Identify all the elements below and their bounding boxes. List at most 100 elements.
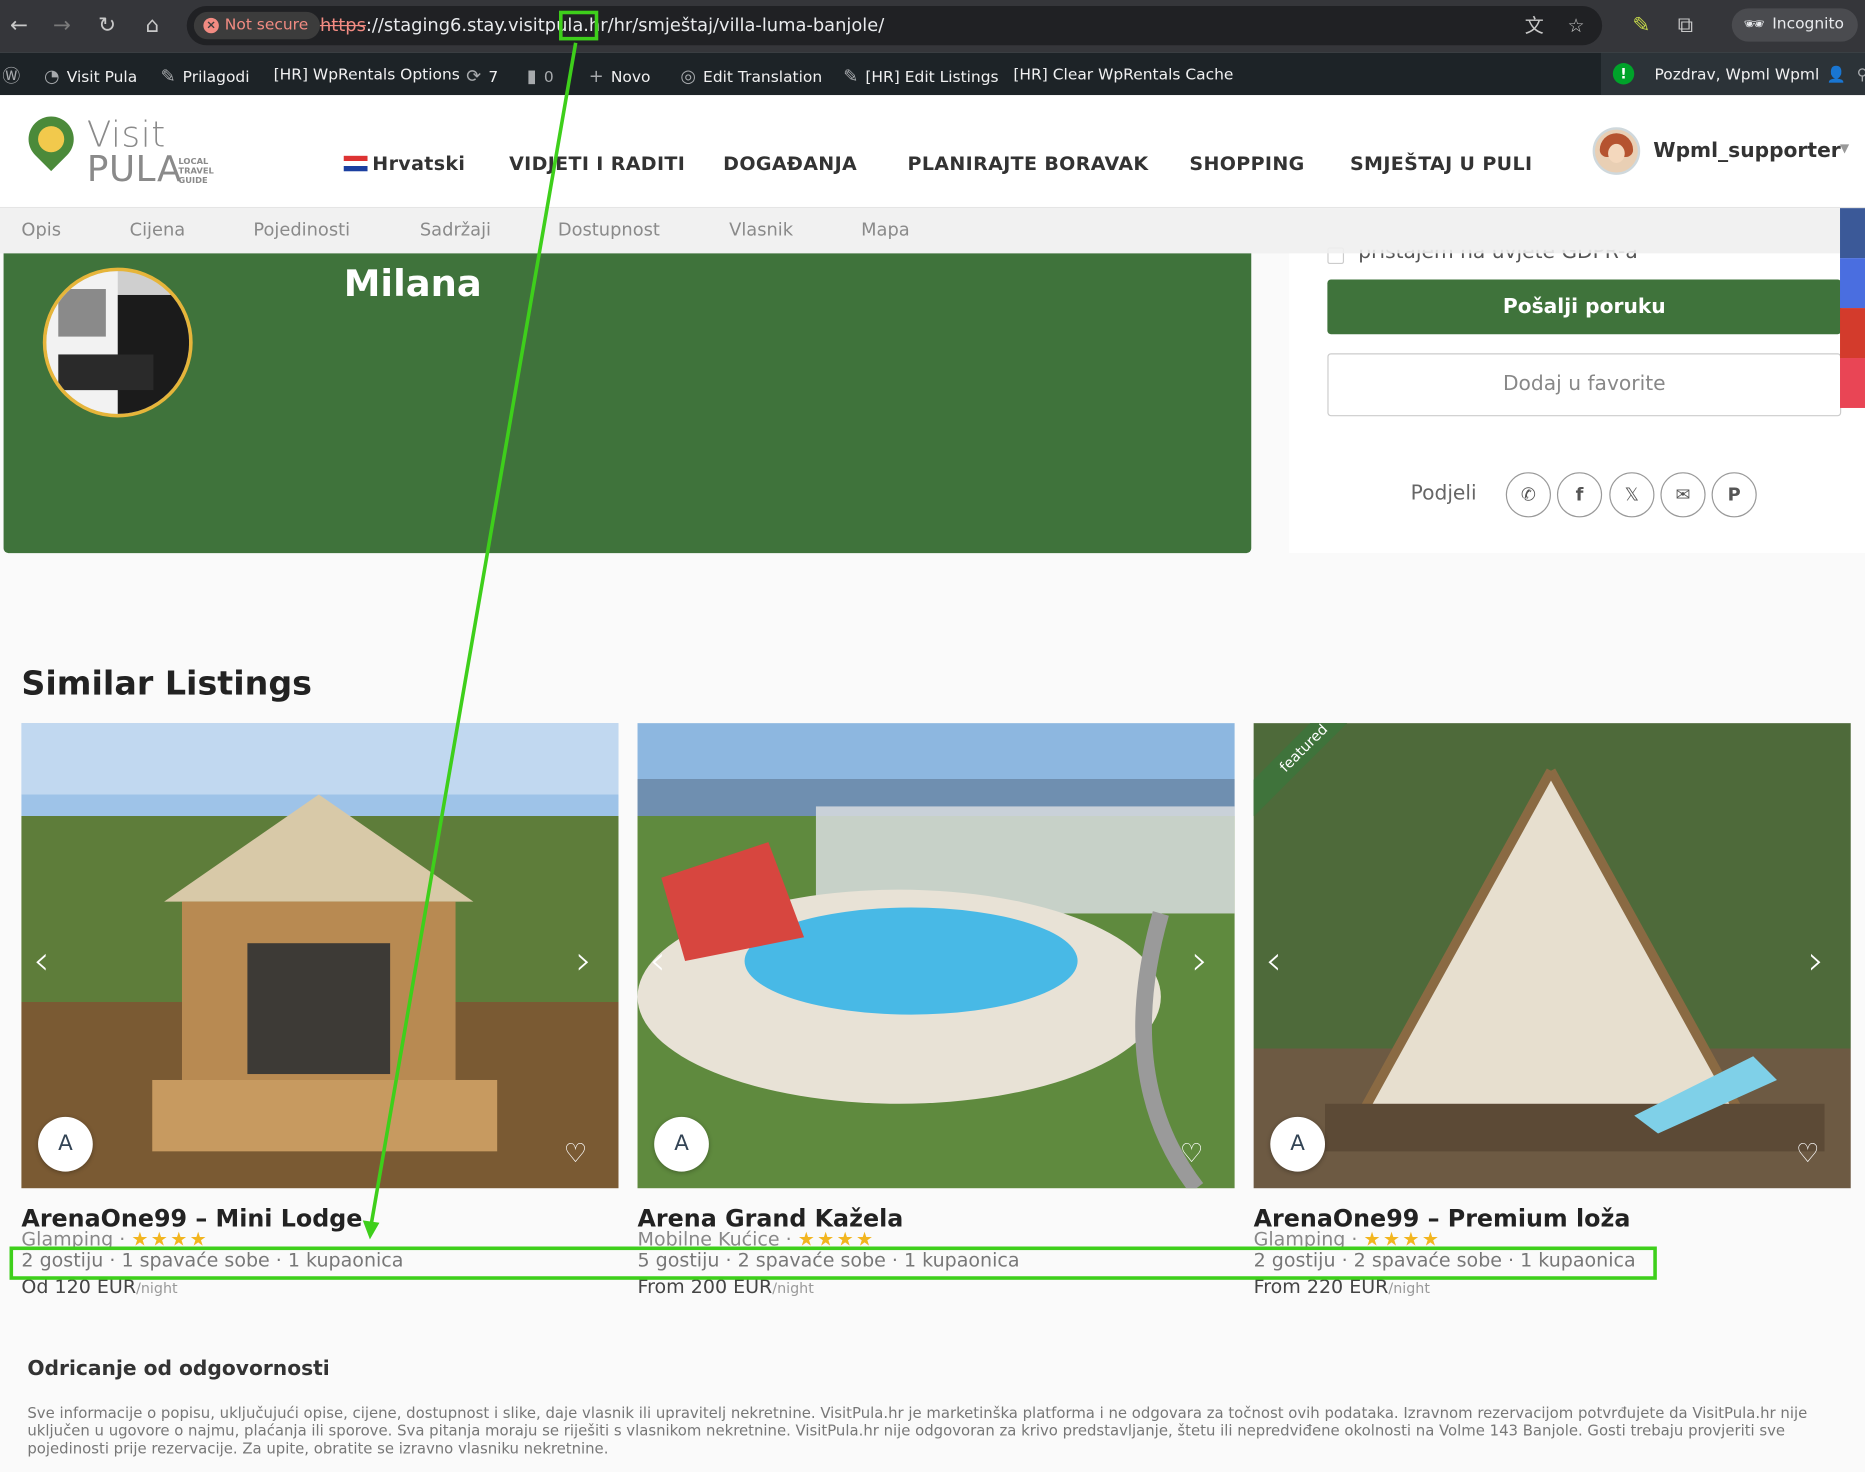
listing-card[interactable]: ‹ › A ♡ ArenaOne99 – Mini Lodge Glamping… <box>21 723 619 1306</box>
adminbar-wprentals-options[interactable]: [HR] WpRentals Options <box>274 52 460 95</box>
incognito-chip[interactable]: 🕶 Incognito <box>1731 8 1859 42</box>
agency-logo-icon[interactable]: A <box>38 1116 93 1172</box>
nav-item-see-and-do[interactable]: VIDJETI I RADITI <box>509 152 685 175</box>
annotation-url-highlight <box>559 10 599 41</box>
chevron-right-icon[interactable]: › <box>1192 937 1208 985</box>
nav-item-shopping[interactable]: SHOPPING <box>1189 152 1304 175</box>
url-text[interactable]: https://staging6.stay.visitpula.hr/hr/sm… <box>320 14 884 35</box>
pinterest-icon[interactable]: P <box>1711 472 1757 518</box>
facebook-icon[interactable]: f <box>1556 472 1603 518</box>
user-menu-name[interactable]: Wpml_supporter <box>1653 139 1840 163</box>
adminbar-edit-listings[interactable]: ✎ [HR] Edit Listings <box>843 52 998 95</box>
disclaimer-text: Sve informacije o popisu, uključujući op… <box>27 1403 1808 1458</box>
send-message-button[interactable]: Pošalji poruku <box>1327 279 1842 335</box>
forward-icon[interactable]: → <box>48 12 77 41</box>
adminbar-my-account[interactable]: ! Pozdrav, Wpml Wpml 👤 <box>1600 52 1865 96</box>
page-root: ← → ↻ ⌂ × Not secure https://staging6.st… <box>0 0 1865 1472</box>
adminbar-new-label: Novo <box>610 68 651 87</box>
listing-type: Glamping · ★★★★ <box>1254 1227 1442 1246</box>
adminbar-edit-translation[interactable]: ◎ Edit Translation <box>680 52 822 95</box>
heart-icon[interactable]: ♡ <box>1180 1139 1203 1169</box>
nav-item-accommodation[interactable]: SMJEŠTAJ U PULI <box>1350 152 1532 175</box>
search-icon[interactable]: ⚲ <box>1857 52 1865 95</box>
tab-description[interactable]: Opis <box>21 219 61 240</box>
add-favorite-button[interactable]: Dodaj u favorite <box>1327 353 1842 417</box>
chevron-left-icon[interactable]: ‹ <box>1266 937 1282 985</box>
chevron-right-icon[interactable]: › <box>576 937 592 985</box>
adminbar-site[interactable]: ◔ Visit Pula <box>44 52 137 95</box>
adminbar-new[interactable]: + Novo <box>589 52 651 95</box>
wordpress-logo-icon[interactable]: Ⓦ <box>2 52 27 95</box>
translation-icon: ◎ <box>680 65 696 87</box>
annotation-details-highlight <box>9 1246 1657 1280</box>
instagram-rail-icon[interactable] <box>1840 258 1865 309</box>
extension-icon[interactable]: ✎ <box>1627 12 1656 41</box>
translate-icon[interactable]: 文 <box>1521 13 1547 39</box>
tab-price[interactable]: Cijena <box>130 219 186 240</box>
home-icon[interactable]: ⌂ <box>138 12 167 41</box>
listing-type: Glamping · ★★★★ <box>21 1227 209 1246</box>
dashboard-icon: ◔ <box>44 65 60 87</box>
plus-icon: + <box>588 65 604 87</box>
rating-stars: ★★★★ <box>1363 1227 1442 1247</box>
youtube-rail-icon[interactable] <box>1840 308 1865 359</box>
listing-image[interactable]: ‹ › A ♡ <box>21 723 619 1189</box>
star-bookmark-icon[interactable]: ☆ <box>1563 13 1589 39</box>
adminbar-updates-count: 7 <box>488 68 499 87</box>
whatsapp-icon[interactable]: ✆ <box>1505 472 1551 518</box>
agency-logo-icon[interactable]: A <box>654 1116 709 1172</box>
adminbar-clear-cache[interactable]: [HR] Clear WpRentals Cache <box>1013 52 1233 95</box>
chevron-left-icon[interactable]: ‹ <box>649 937 665 985</box>
listing-image[interactable]: ‹ › A ♡ <box>637 723 1235 1189</box>
nav-item-events[interactable]: DOGAĐANJA <box>723 152 857 175</box>
croatia-flag-icon <box>343 155 368 172</box>
url-scheme: https <box>319 14 366 36</box>
avatar[interactable] <box>1592 127 1641 175</box>
adminbar-comments-count: 0 <box>543 68 554 87</box>
rating-stars: ★★★★ <box>797 1227 876 1247</box>
incognito-icon: 🕶 <box>1743 15 1765 35</box>
listing-card[interactable]: ‹ › A ♡ Arena Grand Kažela Mobilne Kućic… <box>637 723 1235 1306</box>
email-icon[interactable]: ✉ <box>1660 472 1706 518</box>
heart-icon[interactable]: ♡ <box>1796 1139 1819 1169</box>
tab-map[interactable]: Mapa <box>861 219 910 240</box>
tab-owner[interactable]: Vlasnik <box>729 219 793 240</box>
listing-image[interactable]: featured ‹ › A ♡ <box>1253 723 1851 1189</box>
chevron-left-icon[interactable]: ‹ <box>33 937 49 985</box>
x-twitter-icon[interactable]: 𝕏 <box>1609 472 1655 518</box>
adminbar-customize-label: Prilagodi <box>182 68 250 87</box>
chevron-right-icon[interactable]: › <box>1808 937 1824 985</box>
heart-icon[interactable]: ♡ <box>564 1139 587 1169</box>
adminbar-customize[interactable]: ✎ Prilagodi <box>161 52 250 95</box>
back-icon[interactable]: ← <box>5 12 34 41</box>
reload-icon[interactable]: ↻ <box>93 12 122 41</box>
url-path: ://staging6.stay.visitpula.hr/hr/smješta… <box>365 14 885 36</box>
share-label: Podjeli <box>1410 481 1477 506</box>
adminbar-comments[interactable]: ▮ 0 <box>527 52 554 95</box>
logo-pula-text: PULA <box>86 148 182 191</box>
tripadvisor-rail-icon[interactable] <box>1840 358 1865 408</box>
extensions-puzzle-icon[interactable]: ⧉ <box>1671 12 1700 41</box>
tab-details[interactable]: Pojedinosti <box>253 219 350 240</box>
nav-item-plan-stay[interactable]: PLANIRAJTE BORAVAK <box>908 152 1149 175</box>
owner-hero: Milana <box>3 253 1252 554</box>
language-switcher[interactable]: Hrvatski <box>343 152 466 175</box>
owner-name: Milana <box>343 262 482 306</box>
adminbar-updates[interactable]: ⟳ 7 <box>466 52 498 95</box>
similar-listings-heading: Similar Listings <box>21 663 313 703</box>
tab-availability[interactable]: Dostupnost <box>558 219 660 240</box>
logo-tagline: LOCAL TRAVEL GUIDE <box>178 157 214 186</box>
security-chip[interactable]: × Not secure <box>193 11 321 40</box>
brush-icon: ✎ <box>160 65 176 87</box>
warning-icon: × <box>203 17 219 34</box>
listing-card[interactable]: featured ‹ › A ♡ ArenaOne99 – Premium lo… <box>1253 723 1851 1306</box>
facebook-rail-icon[interactable] <box>1840 208 1865 259</box>
agency-logo-icon[interactable]: A <box>1270 1116 1326 1172</box>
address-bar[interactable]: × Not secure https://staging6.stay.visit… <box>186 5 1603 46</box>
site-header: Visit PULA LOCAL TRAVEL GUIDE Hrvatski VID… <box>0 95 1865 209</box>
user-icon: 👤 <box>1826 66 1847 85</box>
not-secure-label: Not secure <box>224 16 309 35</box>
tab-amenities[interactable]: Sadržaji <box>420 219 491 240</box>
chevron-down-icon[interactable]: ▼ <box>1840 143 1849 156</box>
disclaimer-heading: Odricanje od odgovornosti <box>27 1357 330 1381</box>
